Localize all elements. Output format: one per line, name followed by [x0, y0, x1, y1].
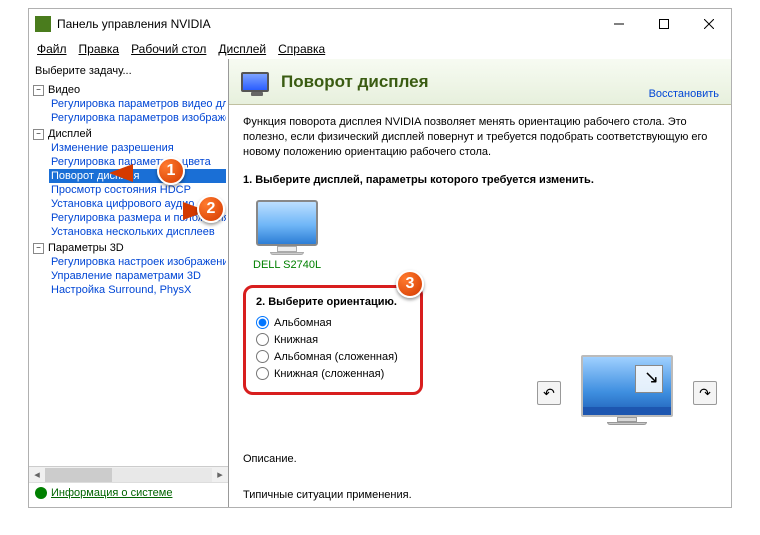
- tree-cat-display[interactable]: Дисплей: [31, 127, 226, 141]
- sidebar-scrollbar[interactable]: ◂ ▸: [29, 466, 228, 482]
- tree-item[interactable]: Регулировка параметров цвета: [49, 155, 226, 169]
- orientation-group: 2. Выберите ориентацию. Альбомная Книжна…: [243, 285, 423, 395]
- orientation-landscape[interactable]: Альбомная: [256, 314, 410, 331]
- nvidia-control-panel-window: Панель управления NVIDIA Файл Правка Раб…: [28, 8, 732, 508]
- typical-use-heading: Типичные ситуации применения.: [243, 489, 717, 501]
- menu-file[interactable]: Файл: [37, 42, 67, 56]
- tree-cat-video[interactable]: Видео: [31, 83, 226, 97]
- step2-title: 2. Выберите ориентацию.: [256, 296, 410, 308]
- tree-item[interactable]: Изменение разрешения: [49, 141, 226, 155]
- rotate-cw-button[interactable]: ↷: [693, 381, 717, 405]
- tree-item[interactable]: Регулировка настроек изображения с пр: [49, 255, 226, 269]
- system-info-link[interactable]: Информация о системе: [29, 482, 228, 503]
- callout-badge-1: 1: [157, 157, 185, 185]
- minimize-icon: [614, 19, 624, 29]
- menu-desktop[interactable]: Рабочий стол: [131, 42, 206, 56]
- page-title: Поворот дисплея: [281, 72, 649, 92]
- minimize-button[interactable]: [596, 10, 641, 38]
- display-selector[interactable]: DELL S2740L: [253, 200, 321, 271]
- maximize-icon: [659, 19, 669, 29]
- scroll-right-arrow-icon[interactable]: ▸: [212, 468, 228, 481]
- close-button[interactable]: [686, 10, 731, 38]
- restore-link[interactable]: Восстановить: [649, 88, 719, 100]
- maximize-button[interactable]: [641, 10, 686, 38]
- orientation-portrait[interactable]: Книжная: [256, 331, 410, 348]
- tree-item[interactable]: Установка нескольких дисплеев: [49, 225, 226, 239]
- radio-portrait[interactable]: [256, 333, 269, 346]
- step1-title: 1. Выберите дисплей, параметры которого …: [243, 174, 717, 186]
- window-title: Панель управления NVIDIA: [57, 17, 596, 31]
- task-tree: Видео Регулировка параметров видео для в…: [29, 81, 228, 466]
- select-task-label: Выберите задачу...: [29, 63, 228, 81]
- tree-cat-3d[interactable]: Параметры 3D: [31, 241, 226, 255]
- menu-edit[interactable]: Правка: [79, 42, 120, 56]
- display-icon: [241, 72, 269, 92]
- nvidia-icon: [35, 16, 51, 32]
- orientation-landscape-flipped[interactable]: Альбомная (сложенная): [256, 348, 410, 365]
- tree-item[interactable]: Регулировка параметров видео для вид: [49, 97, 226, 111]
- menu-display[interactable]: Дисплей: [218, 42, 266, 56]
- scroll-left-arrow-icon[interactable]: ◂: [29, 468, 45, 481]
- page-banner: Поворот дисплея Восстановить: [229, 59, 731, 105]
- close-icon: [704, 19, 714, 29]
- menubar: Файл Правка Рабочий стол Дисплей Справка: [29, 39, 731, 59]
- callout-arrow-1: [109, 164, 133, 182]
- menu-help[interactable]: Справка: [278, 42, 325, 56]
- page-description: Функция поворота дисплея NVIDIA позволяе…: [243, 115, 717, 160]
- radio-landscape[interactable]: [256, 316, 269, 329]
- tree-item[interactable]: Регулировка параметров изображения д: [49, 111, 226, 125]
- monitor-icon: [256, 200, 318, 246]
- preview-monitor: [579, 355, 675, 431]
- orientation-preview: ↶ ↷: [537, 355, 717, 431]
- tree-item-rotate-display[interactable]: Поворот дисплея: [49, 169, 226, 183]
- radio-portrait-flipped[interactable]: [256, 367, 269, 380]
- orientation-portrait-flipped[interactable]: Книжная (сложенная): [256, 365, 410, 382]
- description-heading: Описание.: [243, 453, 717, 465]
- callout-badge-2: 2: [197, 195, 225, 223]
- sidebar: Выберите задачу... Видео Регулировка пар…: [29, 59, 229, 507]
- callout-badge-3: 3: [396, 270, 424, 298]
- scrollbar-thumb[interactable]: [45, 468, 112, 482]
- main-pane: Поворот дисплея Восстановить Функция пов…: [229, 59, 731, 507]
- info-icon: [35, 487, 47, 499]
- tree-item[interactable]: Настройка Surround, PhysX: [49, 283, 226, 297]
- rotate-ccw-button[interactable]: ↶: [537, 381, 561, 405]
- radio-landscape-flipped[interactable]: [256, 350, 269, 363]
- monitor-name: DELL S2740L: [253, 259, 321, 271]
- titlebar: Панель управления NVIDIA: [29, 9, 731, 39]
- tree-item[interactable]: Просмотр состояния HDCP: [49, 183, 226, 197]
- tree-item[interactable]: Управление параметрами 3D: [49, 269, 226, 283]
